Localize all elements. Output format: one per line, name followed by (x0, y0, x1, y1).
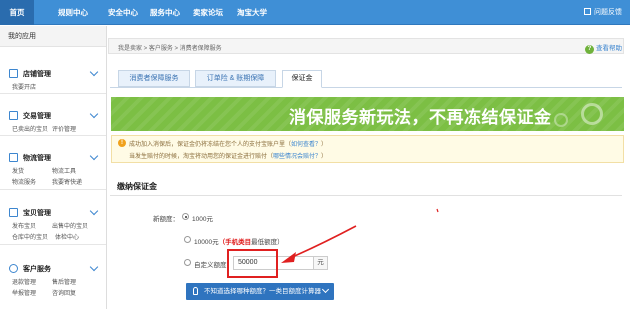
nav-item-home[interactable]: 首页 (0, 0, 34, 25)
chevron-down-icon[interactable] (89, 206, 99, 216)
shop-icon (9, 69, 18, 78)
sidebar-link[interactable]: 退款管理 (12, 277, 36, 286)
sidebar-link[interactable]: 物流服务 (12, 177, 36, 186)
banner-decoration (581, 103, 603, 125)
chevron-down-icon[interactable] (89, 151, 99, 161)
sidebar-group-goods: 宝贝管理 发布宝贝 出售中的宝贝 仓库中的宝贝 体检中心 (0, 206, 106, 245)
chevron-down-icon[interactable] (89, 67, 99, 77)
tab-deposit[interactable]: 保证金 (282, 70, 322, 88)
breadcrumb[interactable]: 我是卖家 > 客户服务 > 消费者保障服务 (118, 43, 222, 52)
notice-text: ） (321, 142, 328, 148)
help-link[interactable]: ? 查看帮助 (585, 42, 622, 54)
notice-text: 成功加入消保后，保证金仍将冻结在您个人的支付宝账户里（ (129, 142, 292, 148)
sidebar-link[interactable]: 咨询回复 (52, 288, 76, 297)
radio-custom[interactable] (184, 259, 191, 266)
nav-item-rules[interactable]: 规则中心 (58, 7, 88, 18)
sidebar-group-label[interactable]: 交易管理 (23, 111, 51, 121)
notice-line-2: 当发生赔付的时候，淘宝将动用您的保证金进行赔付（哪些情况会赔付？） (129, 151, 327, 160)
notice-text: ） (321, 154, 328, 160)
radio-1000[interactable] (182, 213, 189, 220)
chevron-down-icon[interactable] (89, 109, 99, 119)
option-10000-amount: 10000元 (194, 239, 219, 246)
option-10000-label[interactable]: 10000元（手机类目最低额度） (194, 236, 284, 246)
sidebar-group-service: 客户服务 退款管理 售后管理 举报管理 咨询回复 (0, 262, 106, 309)
annotation-mark (436, 208, 439, 213)
calculator-button-label: 不知道选择哪种额度？一类目额度计算器 (204, 288, 321, 295)
sidebar-link[interactable]: 仓库中的宝贝 (12, 232, 48, 241)
nav-item-forum[interactable]: 卖家论坛 (193, 7, 223, 18)
option-1000-label[interactable]: 1000元 (192, 213, 213, 223)
feedback-link[interactable]: 问题反馈 (584, 7, 622, 17)
tab-consumer-protection[interactable]: 消费者保障服务 (118, 70, 190, 87)
truck-icon (9, 153, 18, 162)
sidebar-link[interactable]: 我要寄快递 (52, 177, 82, 186)
sidebar-title: 我的应用 (0, 26, 106, 47)
section-title: 缴纳保证金 (117, 182, 157, 191)
sidebar-group-label[interactable]: 店铺管理 (23, 69, 51, 79)
notice-box: ! 成功加入消保后，保证金仍将冻结在您个人的支付宝账户里（如何查看？） 当发生赔… (111, 135, 624, 163)
warning-icon: ! (118, 139, 126, 147)
service-icon (9, 264, 18, 273)
sidebar-link[interactable]: 已卖出的宝贝 (12, 124, 48, 133)
option-10000-note-red: （手机类目 (218, 239, 252, 246)
sidebar-link[interactable]: 出售中的宝贝 (52, 221, 88, 230)
chevron-down-icon[interactable] (89, 262, 99, 272)
nav-item-university[interactable]: 淘宝大学 (237, 7, 267, 18)
feedback-label: 问题反馈 (594, 9, 622, 16)
quota-calculator-button[interactable]: 不知道选择哪种额度？一类目额度计算器 (186, 283, 334, 300)
sidebar-group-label[interactable]: 宝贝管理 (23, 208, 51, 218)
radio-10000[interactable] (184, 236, 191, 243)
sidebar-link[interactable]: 我要开店 (12, 82, 36, 91)
sidebar-link[interactable]: 评价管理 (52, 124, 76, 133)
compensation-cases-link[interactable]: 哪些情况会赔付？ (273, 154, 321, 160)
tab-order-insurance[interactable]: 订单险 & 账期保障 (195, 70, 276, 87)
goods-icon (9, 208, 18, 217)
sidebar-link[interactable]: 售后管理 (52, 277, 76, 286)
top-nav: 首页 规则中心 安全中心 服务中心 卖家论坛 淘宝大学 问题反馈 (0, 0, 630, 25)
sidebar-group-label[interactable]: 客户服务 (23, 264, 51, 274)
banner-decoration (554, 113, 568, 127)
sidebar-group-logistics: 物流管理 发货 物流工具 物流服务 我要寄快递 (0, 151, 106, 190)
how-to-view-link[interactable]: 如何查看？ (291, 142, 321, 148)
unit-label: 元 (314, 256, 328, 270)
annotation-arrow-line (289, 225, 357, 259)
sidebar-link[interactable]: 体检中心 (55, 232, 79, 241)
help-label: 查看帮助 (596, 45, 622, 52)
sidebar-link[interactable]: 发货 (12, 166, 24, 175)
promo-banner: 消保服务新玩法，不再冻结保证金 (111, 97, 624, 131)
trade-icon (9, 111, 18, 120)
notice-line-1: 成功加入消保后，保证金仍将冻结在您个人的支付宝账户里（如何查看？） (129, 139, 327, 148)
nav-item-service[interactable]: 服务中心 (150, 7, 180, 18)
sidebar: 我的应用 店铺管理 我要开店 交易管理 已卖出的宝贝 评价管理 物流管理 发货 … (0, 26, 107, 309)
edit-icon (584, 8, 591, 15)
sidebar-link[interactable]: 举报管理 (12, 288, 36, 297)
tabs-divider (110, 87, 622, 88)
sidebar-link[interactable]: 发布宝贝 (12, 221, 36, 230)
option-custom-label[interactable]: 自定义额度 (194, 259, 227, 269)
sidebar-group-label[interactable]: 物流管理 (23, 153, 51, 163)
amount-label: 新额度： (153, 216, 179, 223)
sidebar-group-shop: 店铺管理 我要开店 (0, 67, 106, 94)
chevron-down-icon (321, 285, 330, 294)
nav-item-security[interactable]: 安全中心 (108, 7, 138, 18)
sidebar-group-trade: 交易管理 已卖出的宝贝 评价管理 (0, 109, 106, 136)
sidebar-link[interactable]: 物流工具 (52, 166, 76, 175)
help-icon: ? (585, 45, 594, 54)
notice-text: 当发生赔付的时候，淘宝将动用您的保证金进行赔付（ (129, 154, 274, 160)
annotation-highlight-box (227, 249, 278, 278)
option-10000-note: 最低额度） (251, 239, 284, 246)
section-divider (110, 195, 622, 196)
lightbulb-icon (193, 287, 198, 295)
banner-text: 消保服务新玩法，不再冻结保证金 (289, 108, 552, 127)
